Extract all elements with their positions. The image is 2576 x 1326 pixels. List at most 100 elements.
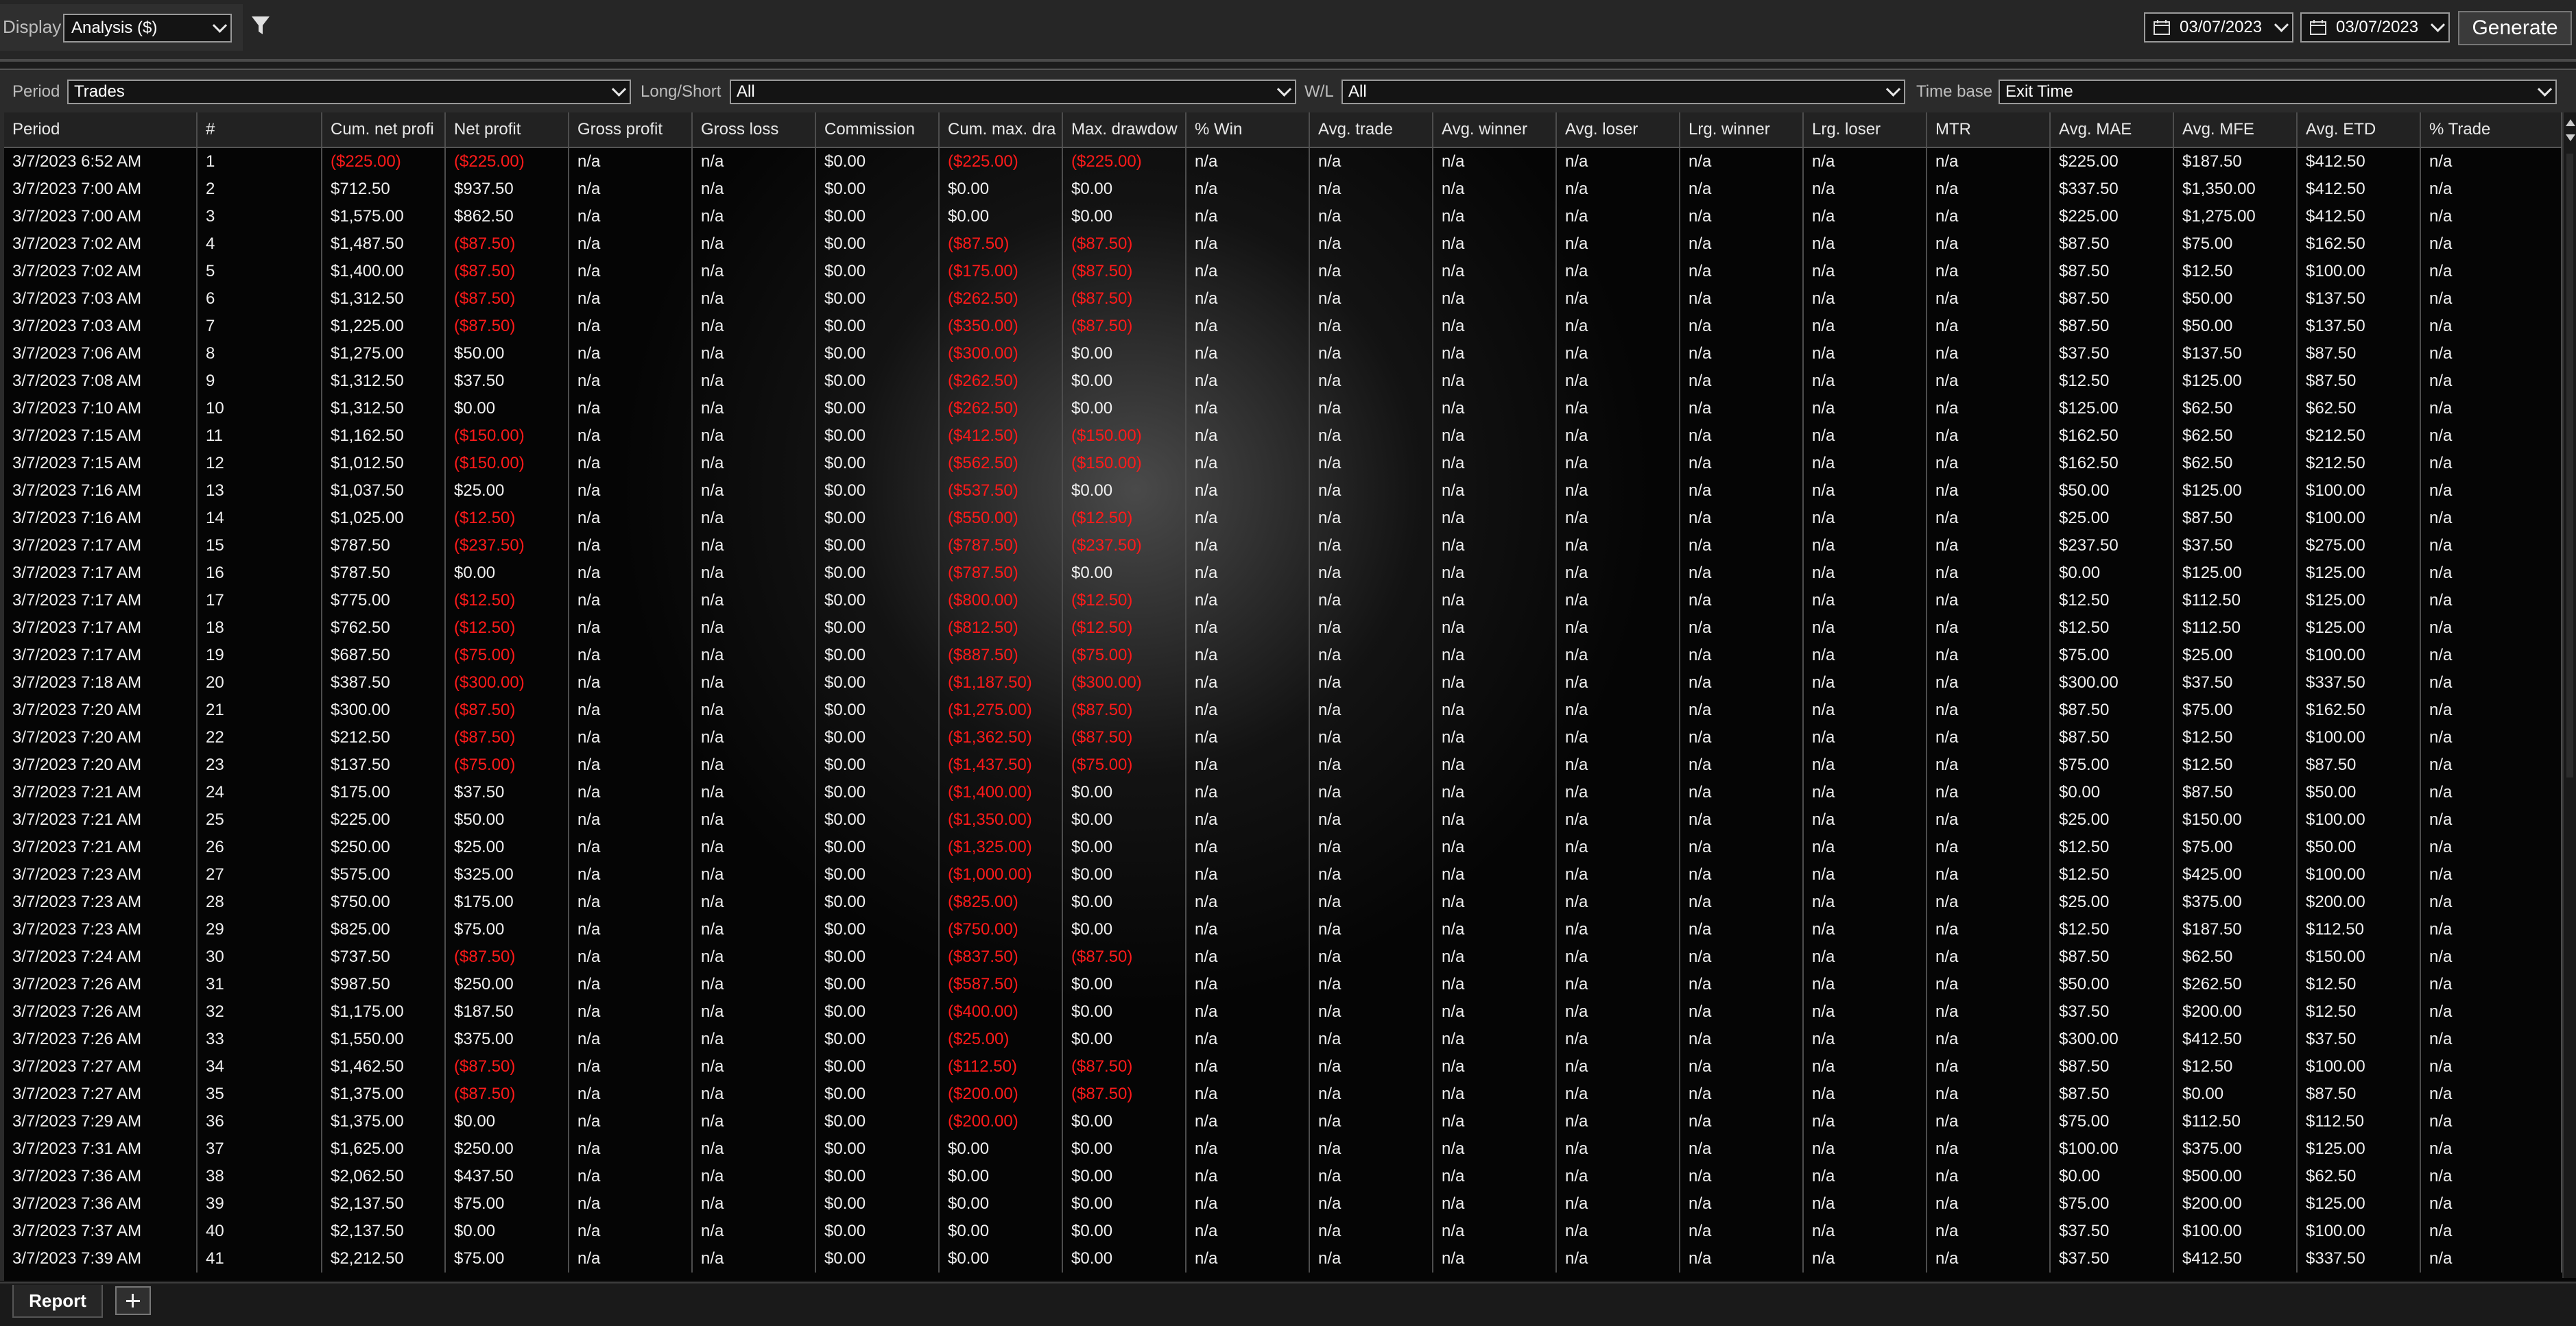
table-row[interactable]: 3/7/2023 7:17 AM 16 $787.50 $0.00 n/a n/a $0.0… bbox=[4, 559, 2562, 587]
table-row[interactable]: 3/7/2023 7:36 AM 39 $2,137.50 $75.00 n/a n/a $… bbox=[4, 1190, 2562, 1218]
cell-net-profit: $862.50 bbox=[446, 203, 569, 230]
cell-pct-win: n/a bbox=[1186, 614, 1310, 642]
table-row[interactable]: 3/7/2023 7:26 AM 32 $1,175.00 $187.50 n/a n/a… bbox=[4, 998, 2562, 1026]
table-row[interactable]: 3/7/2023 7:27 AM 34 $1,462.50 ($87.50) n/a n/… bbox=[4, 1053, 2562, 1081]
table-row[interactable]: 3/7/2023 7:26 AM 31 $987.50 $250.00 n/a n/a $0… bbox=[4, 971, 2562, 998]
cell-commission: $0.00 bbox=[816, 258, 940, 285]
table-row[interactable]: 3/7/2023 7:20 AM 23 $137.50 ($75.00) n/a n/a $… bbox=[4, 751, 2562, 779]
cell-avg-loser: n/a bbox=[1557, 751, 1680, 779]
table-row[interactable]: 3/7/2023 7:16 AM 13 $1,037.50 $25.00 n/a n/a $… bbox=[4, 477, 2562, 505]
table-row[interactable]: 3/7/2023 7:16 AM 14 $1,025.00 ($12.50) n/a n/… bbox=[4, 505, 2562, 532]
column-header-lrg-winner[interactable]: Lrg. winner bbox=[1680, 112, 1804, 147]
generate-button[interactable]: Generate bbox=[2458, 11, 2572, 45]
table-row[interactable]: 3/7/2023 7:15 AM 12 $1,012.50 ($150.00) n/a n… bbox=[4, 450, 2562, 477]
scroll-up-icon[interactable] bbox=[2566, 119, 2575, 126]
column-header-net-profit[interactable]: Net profit bbox=[446, 112, 569, 147]
display-select[interactable]: Analysis ($) bbox=[63, 14, 232, 43]
table-row[interactable]: 3/7/2023 7:02 AM 5 $1,400.00 ($87.50) n/a n/a… bbox=[4, 258, 2562, 285]
column-header-max-drawdown[interactable]: Max. drawdow bbox=[1063, 112, 1186, 147]
table-row[interactable]: 3/7/2023 7:21 AM 26 $250.00 $25.00 n/a n/a $0.… bbox=[4, 834, 2562, 861]
cell-cum-max-drawdown: ($825.00) bbox=[940, 889, 1063, 916]
date-to-picker[interactable]: 03/07/2023 bbox=[2300, 12, 2450, 43]
cell-mtr: n/a bbox=[1927, 258, 2051, 285]
cell-lrg-winner: n/a bbox=[1680, 1081, 1804, 1108]
column-header-period[interactable]: Period bbox=[4, 112, 198, 147]
cell-net-profit: ($87.50) bbox=[446, 230, 569, 258]
column-header-mtr[interactable]: MTR bbox=[1927, 112, 2051, 147]
period-select[interactable]: Trades bbox=[67, 80, 631, 104]
table-row[interactable]: 3/7/2023 7:31 AM 37 $1,625.00 $250.00 n/a n/a… bbox=[4, 1135, 2562, 1163]
cell-avg-winner: n/a bbox=[1433, 1026, 1557, 1053]
longshort-select[interactable]: All bbox=[730, 80, 1296, 104]
column-header-avg-trade[interactable]: Avg. trade bbox=[1310, 112, 1433, 147]
table-row[interactable]: 3/7/2023 7:00 AM 2 $712.50 $937.50 n/a n/a $0.… bbox=[4, 176, 2562, 203]
column-header-pct-trade[interactable]: % Trade bbox=[2421, 112, 2562, 147]
table-row[interactable]: 3/7/2023 7:17 AM 17 $775.00 ($12.50) n/a n/a $… bbox=[4, 587, 2562, 614]
column-header-gross-loss[interactable]: Gross loss bbox=[693, 112, 816, 147]
cell-pct-trade: n/a bbox=[2421, 614, 2562, 642]
table-row[interactable]: 3/7/2023 7:17 AM 18 $762.50 ($12.50) n/a n/a $… bbox=[4, 614, 2562, 642]
column-header-avg-etd[interactable]: Avg. ETD bbox=[2298, 112, 2421, 147]
table-row[interactable]: 3/7/2023 7:08 AM 9 $1,312.50 $37.50 n/a n/a $0… bbox=[4, 367, 2562, 395]
table-row[interactable]: 3/7/2023 6:52 AM 1 ($225.00) ($225.00) n/a n/… bbox=[4, 148, 2562, 176]
cell-net-profit: ($87.50) bbox=[446, 258, 569, 285]
column-header-avg-mfe[interactable]: Avg. MFE bbox=[2174, 112, 2298, 147]
column-header-lrg-loser[interactable]: Lrg. loser bbox=[1804, 112, 1927, 147]
column-header-commission[interactable]: Commission bbox=[816, 112, 940, 147]
table-row[interactable]: 3/7/2023 7:21 AM 24 $175.00 $37.50 n/a n/a $0.… bbox=[4, 779, 2562, 806]
table-row[interactable]: 3/7/2023 7:17 AM 19 $687.50 ($75.00) n/a n/a $… bbox=[4, 642, 2562, 669]
table-row[interactable]: 3/7/2023 7:20 AM 22 $212.50 ($87.50) n/a n/a $… bbox=[4, 724, 2562, 751]
table-row[interactable]: 3/7/2023 7:15 AM 11 $1,162.50 ($150.00) n/a n… bbox=[4, 422, 2562, 450]
cell-max-drawdown: ($87.50) bbox=[1063, 697, 1186, 724]
vertical-scrollbar[interactable] bbox=[2562, 112, 2576, 1278]
table-row[interactable]: 3/7/2023 7:27 AM 35 $1,375.00 ($87.50) n/a n/… bbox=[4, 1081, 2562, 1108]
cell-mtr: n/a bbox=[1927, 587, 2051, 614]
cell-avg-mfe: $137.50 bbox=[2174, 340, 2298, 367]
cell-cum-net-profit: $1,625.00 bbox=[322, 1135, 446, 1163]
add-tab-button[interactable] bbox=[115, 1286, 151, 1315]
cell-max-drawdown: $0.00 bbox=[1063, 861, 1186, 889]
wl-select[interactable]: All bbox=[1341, 80, 1905, 104]
table-row[interactable]: 3/7/2023 7:20 AM 21 $300.00 ($87.50) n/a n/a $… bbox=[4, 697, 2562, 724]
scrollbar-thumb[interactable] bbox=[2566, 154, 2573, 777]
cell-lrg-loser: n/a bbox=[1804, 1026, 1927, 1053]
cell-period: 3/7/2023 7:26 AM bbox=[4, 971, 198, 998]
column-header-avg-loser[interactable]: Avg. loser bbox=[1557, 112, 1680, 147]
cell-lrg-loser: n/a bbox=[1804, 861, 1927, 889]
table-row[interactable]: 3/7/2023 7:00 AM 3 $1,575.00 $862.50 n/a n/a $… bbox=[4, 203, 2562, 230]
scroll-down-icon[interactable] bbox=[2566, 134, 2575, 141]
table-row[interactable]: 3/7/2023 7:26 AM 33 $1,550.00 $375.00 n/a n/a… bbox=[4, 1026, 2562, 1053]
filter-icon[interactable] bbox=[251, 15, 270, 37]
table-row[interactable]: 3/7/2023 7:24 AM 30 $737.50 ($87.50) n/a n/a $… bbox=[4, 943, 2562, 971]
column-header-pct-win[interactable]: % Win bbox=[1186, 112, 1310, 147]
table-row[interactable]: 3/7/2023 7:02 AM 4 $1,487.50 ($87.50) n/a n/a… bbox=[4, 230, 2562, 258]
table-row[interactable]: 3/7/2023 7:10 AM 10 $1,312.50 $0.00 n/a n/a $0… bbox=[4, 395, 2562, 422]
table-row[interactable]: 3/7/2023 7:03 AM 7 $1,225.00 ($87.50) n/a n/a… bbox=[4, 313, 2562, 340]
table-row[interactable]: 3/7/2023 7:23 AM 29 $825.00 $75.00 n/a n/a $0.… bbox=[4, 916, 2562, 943]
column-header-trade-number[interactable]: # bbox=[198, 112, 322, 147]
column-header-gross-profit[interactable]: Gross profit bbox=[569, 112, 693, 147]
table-row[interactable]: 3/7/2023 7:06 AM 8 $1,275.00 $50.00 n/a n/a $0… bbox=[4, 340, 2562, 367]
cell-period: 3/7/2023 7:23 AM bbox=[4, 916, 198, 943]
cell-lrg-loser: n/a bbox=[1804, 1135, 1927, 1163]
column-header-cum-net-profit[interactable]: Cum. net profi bbox=[322, 112, 446, 147]
column-header-avg-mae[interactable]: Avg. MAE bbox=[2051, 112, 2174, 147]
date-from-picker[interactable]: 03/07/2023 bbox=[2144, 12, 2293, 43]
table-row[interactable]: 3/7/2023 7:37 AM 40 $2,137.50 $0.00 n/a n/a $0… bbox=[4, 1218, 2562, 1245]
column-header-avg-winner[interactable]: Avg. winner bbox=[1433, 112, 1557, 147]
timebase-select[interactable]: Exit Time bbox=[1999, 80, 2557, 104]
tab-report[interactable]: Report bbox=[12, 1285, 103, 1318]
cell-lrg-loser: n/a bbox=[1804, 532, 1927, 559]
table-row[interactable]: 3/7/2023 7:21 AM 25 $225.00 $50.00 n/a n/a $0.… bbox=[4, 806, 2562, 834]
table-row[interactable]: 3/7/2023 7:23 AM 28 $750.00 $175.00 n/a n/a $0… bbox=[4, 889, 2562, 916]
table-row[interactable]: 3/7/2023 7:03 AM 6 $1,312.50 ($87.50) n/a n/a… bbox=[4, 285, 2562, 313]
table-row[interactable]: 3/7/2023 7:39 AM 41 $2,212.50 $75.00 n/a n/a $… bbox=[4, 1245, 2562, 1273]
column-header-cum-max-drawdown[interactable]: Cum. max. dra bbox=[940, 112, 1063, 147]
table-row[interactable]: 3/7/2023 7:18 AM 20 $387.50 ($300.00) n/a n/a… bbox=[4, 669, 2562, 697]
table-row[interactable]: 3/7/2023 7:29 AM 36 $1,375.00 $0.00 n/a n/a $0… bbox=[4, 1108, 2562, 1135]
table-row[interactable]: 3/7/2023 7:17 AM 15 $787.50 ($237.50) n/a n/a… bbox=[4, 532, 2562, 559]
table-row[interactable]: 3/7/2023 7:36 AM 38 $2,062.50 $437.50 n/a n/a… bbox=[4, 1163, 2562, 1190]
cell-cum-net-profit: $1,037.50 bbox=[322, 477, 446, 505]
cell-avg-winner: n/a bbox=[1433, 477, 1557, 505]
table-row[interactable]: 3/7/2023 7:23 AM 27 $575.00 $325.00 n/a n/a $0… bbox=[4, 861, 2562, 889]
